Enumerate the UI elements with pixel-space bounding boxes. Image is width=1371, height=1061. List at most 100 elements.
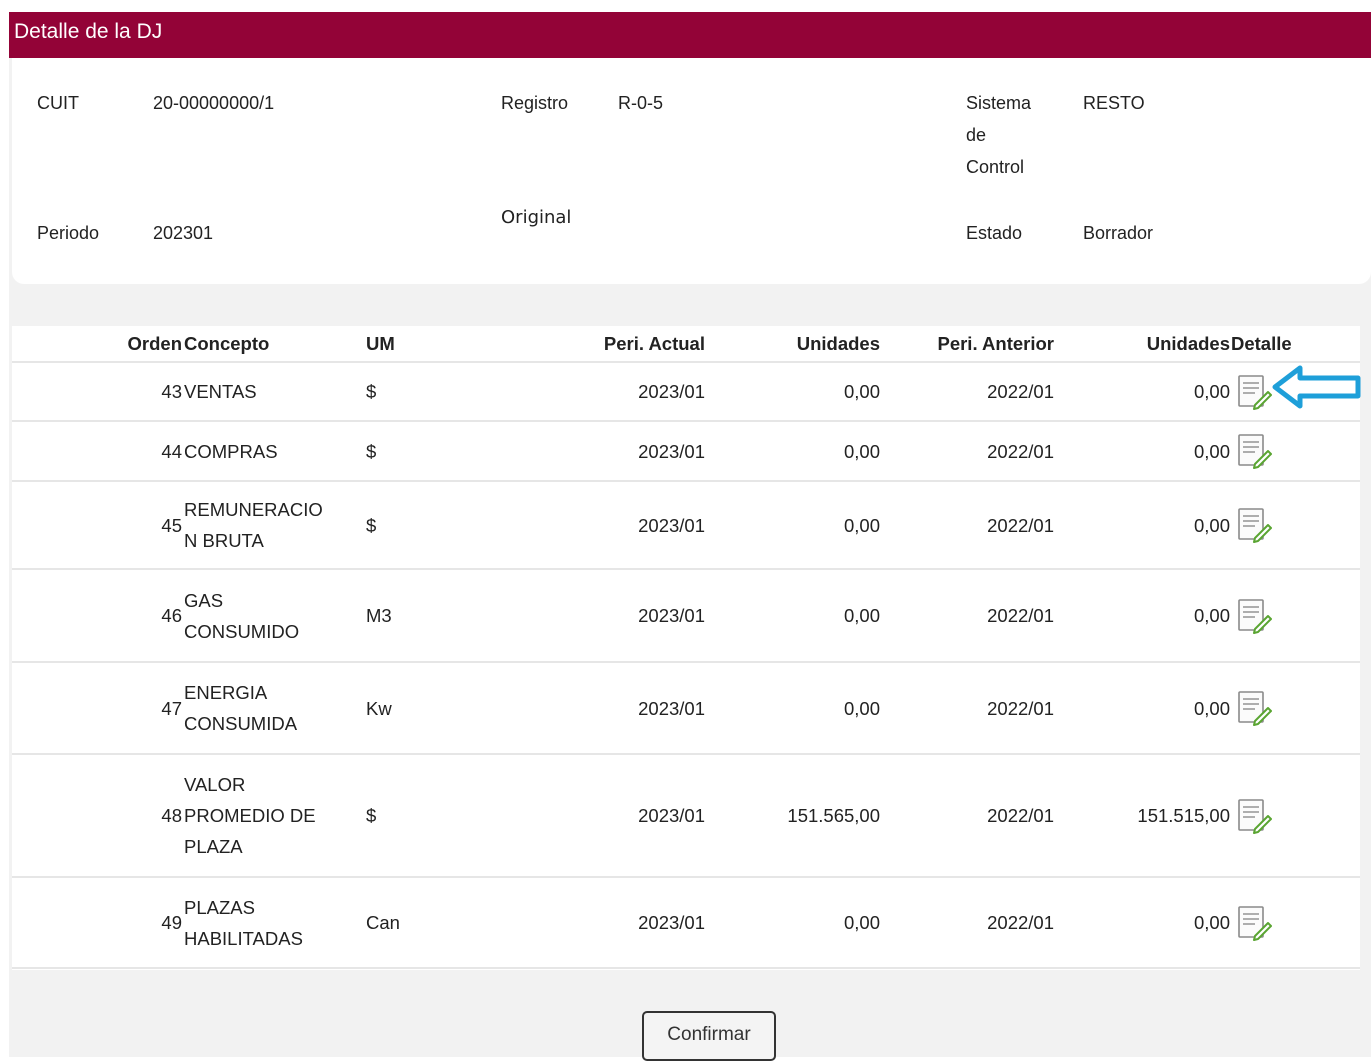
cell-orden: 47 bbox=[12, 662, 184, 755]
cell-unidades-anterior: 0,00 bbox=[1058, 481, 1231, 570]
cell-concepto: REMUNERACIO N BRUTA bbox=[184, 481, 358, 570]
edit-document-icon[interactable] bbox=[1233, 373, 1273, 411]
cell-peri-anterior: 2022/01 bbox=[884, 569, 1058, 663]
table-row: 46 GAS CONSUMIDO M3 2023/01 0,00 2022/01 … bbox=[12, 569, 1360, 663]
cell-unidades: 0,00 bbox=[709, 569, 884, 663]
confirm-button[interactable]: Confirmar bbox=[642, 1011, 776, 1061]
cell-unidades-anterior: 0,00 bbox=[1058, 662, 1231, 755]
cell-detalle bbox=[1231, 754, 1360, 878]
cell-unidades: 0,00 bbox=[709, 421, 884, 482]
cell-um: $ bbox=[358, 362, 438, 422]
table-row: 49 PLAZAS HABILITADAS Can 2023/01 0,00 20… bbox=[12, 877, 1360, 969]
page-title: Detalle de la DJ bbox=[9, 12, 1371, 58]
cell-peri-actual: 2023/01 bbox=[438, 569, 709, 663]
edit-document-icon[interactable] bbox=[1233, 597, 1273, 635]
sistema-label-line2: de bbox=[966, 125, 987, 145]
cell-unidades-anterior: 0,00 bbox=[1058, 569, 1231, 663]
periodo-label: Periodo bbox=[37, 223, 100, 243]
cell-orden: 43 bbox=[12, 362, 184, 422]
cell-unidades: 0,00 bbox=[709, 481, 884, 570]
concepto-line: PLAZA bbox=[184, 836, 243, 857]
concepto-line: VENTAS bbox=[184, 381, 257, 402]
cell-peri-anterior: 2022/01 bbox=[884, 754, 1058, 878]
col-header-peri-anterior: Peri. Anterior bbox=[884, 326, 1058, 363]
cell-peri-anterior: 2022/01 bbox=[884, 481, 1058, 570]
cell-detalle bbox=[1231, 421, 1360, 482]
cell-unidades-anterior: 0,00 bbox=[1058, 421, 1231, 482]
registro-label: Registro bbox=[501, 93, 569, 113]
col-header-unidades-anterior: Unidades bbox=[1058, 326, 1231, 363]
concepto-line: PROMEDIO DE bbox=[184, 805, 316, 826]
cell-concepto: VENTAS bbox=[184, 362, 358, 422]
concepto-line: CONSUMIDO bbox=[184, 620, 300, 642]
cuit-label: CUIT bbox=[37, 93, 79, 113]
cell-peri-anterior: 2022/01 bbox=[884, 877, 1058, 969]
table-header-row: Orden Concepto UM Peri. Actual Unidades … bbox=[12, 326, 1360, 363]
cell-unidades: 0,00 bbox=[709, 877, 884, 969]
cell-unidades-anterior: 0,00 bbox=[1058, 877, 1231, 969]
cell-unidades-anterior: 0,00 bbox=[1058, 362, 1231, 422]
cell-peri-actual: 2023/01 bbox=[438, 362, 709, 422]
concepto-line: VALOR bbox=[184, 774, 246, 795]
cell-um: M3 bbox=[358, 569, 438, 663]
cell-detalle bbox=[1231, 662, 1360, 755]
cell-peri-actual: 2023/01 bbox=[438, 421, 709, 482]
cell-orden: 48 bbox=[12, 754, 184, 878]
cell-unidades: 0,00 bbox=[709, 362, 884, 422]
cell-unidades: 0,00 bbox=[709, 662, 884, 755]
edit-document-icon[interactable] bbox=[1233, 904, 1273, 942]
cell-um: $ bbox=[358, 421, 438, 482]
edit-document-icon[interactable] bbox=[1233, 506, 1273, 544]
periodo-value: 202301 bbox=[153, 223, 214, 243]
cell-um: Kw bbox=[358, 662, 438, 755]
edit-document-icon[interactable] bbox=[1233, 689, 1273, 727]
cell-unidades-anterior: 151.515,00 bbox=[1058, 754, 1231, 878]
col-header-peri-actual: Peri. Actual bbox=[438, 326, 709, 363]
cell-peri-actual: 2023/01 bbox=[438, 754, 709, 878]
col-header-unidades: Unidades bbox=[709, 326, 884, 363]
edit-document-icon[interactable] bbox=[1233, 797, 1273, 835]
cell-orden: 44 bbox=[12, 421, 184, 482]
concepto-line: GAS bbox=[184, 589, 224, 611]
cell-peri-actual: 2023/01 bbox=[438, 481, 709, 570]
arrow-left-icon bbox=[1272, 365, 1361, 409]
cell-concepto: GAS CONSUMIDO bbox=[184, 569, 358, 663]
cell-concepto: PLAZAS HABILITADAS bbox=[184, 877, 358, 969]
edit-document-icon[interactable] bbox=[1233, 432, 1273, 470]
cell-um: $ bbox=[358, 754, 438, 878]
concepto-line: CONSUMIDA bbox=[184, 713, 298, 734]
col-header-concepto: Concepto bbox=[184, 326, 358, 363]
table-row: 47 ENERGIA CONSUMIDA Kw 2023/01 0,00 2022… bbox=[12, 662, 1360, 755]
cell-um: $ bbox=[358, 481, 438, 570]
registro-value: R-0-5 bbox=[618, 93, 664, 113]
sistema-value: RESTO bbox=[1083, 93, 1145, 113]
table-row: 43 VENTAS $ 2023/01 0,00 2022/01 0,00 bbox=[12, 362, 1360, 422]
cell-detalle bbox=[1231, 569, 1360, 663]
col-header-um: UM bbox=[358, 326, 438, 363]
concepts-table: Orden Concepto UM Peri. Actual Unidades … bbox=[12, 326, 1360, 969]
cell-orden: 45 bbox=[12, 481, 184, 570]
concepto-line: PLAZAS bbox=[184, 896, 255, 918]
concepto-line: N BRUTA bbox=[184, 530, 264, 551]
cell-concepto: COMPRAS bbox=[184, 421, 358, 482]
col-header-orden: Orden bbox=[12, 326, 184, 363]
estado-label: Estado bbox=[966, 223, 1023, 243]
tipo-value: Original bbox=[501, 207, 572, 228]
concepto-line: HABILITADAS bbox=[184, 927, 303, 949]
cell-concepto: VALOR PROMEDIO DE PLAZA bbox=[184, 754, 358, 878]
concepto-line: COMPRAS bbox=[184, 440, 278, 462]
estado-value: Borrador bbox=[1083, 223, 1154, 243]
cell-peri-anterior: 2022/01 bbox=[884, 362, 1058, 422]
sistema-label-line1: Sistema bbox=[966, 93, 1032, 113]
cell-peri-actual: 2023/01 bbox=[438, 877, 709, 969]
cell-peri-anterior: 2022/01 bbox=[884, 421, 1058, 482]
cell-concepto: ENERGIA CONSUMIDA bbox=[184, 662, 358, 755]
cell-orden: 46 bbox=[12, 569, 184, 663]
cell-unidades: 151.565,00 bbox=[709, 754, 884, 878]
table-row: 45 REMUNERACIO N BRUTA $ 2023/01 0,00 202… bbox=[12, 481, 1360, 570]
dj-info-box: CUIT 20-00000000/1 Registro R-0-5 Sistem… bbox=[12, 58, 1371, 284]
table-row: 48 VALOR PROMEDIO DE PLAZA $ 2023/01 151.5… bbox=[12, 754, 1360, 878]
cell-um: Can bbox=[358, 877, 438, 969]
cell-orden: 49 bbox=[12, 877, 184, 969]
cuit-value: 20-00000000/1 bbox=[153, 93, 275, 113]
